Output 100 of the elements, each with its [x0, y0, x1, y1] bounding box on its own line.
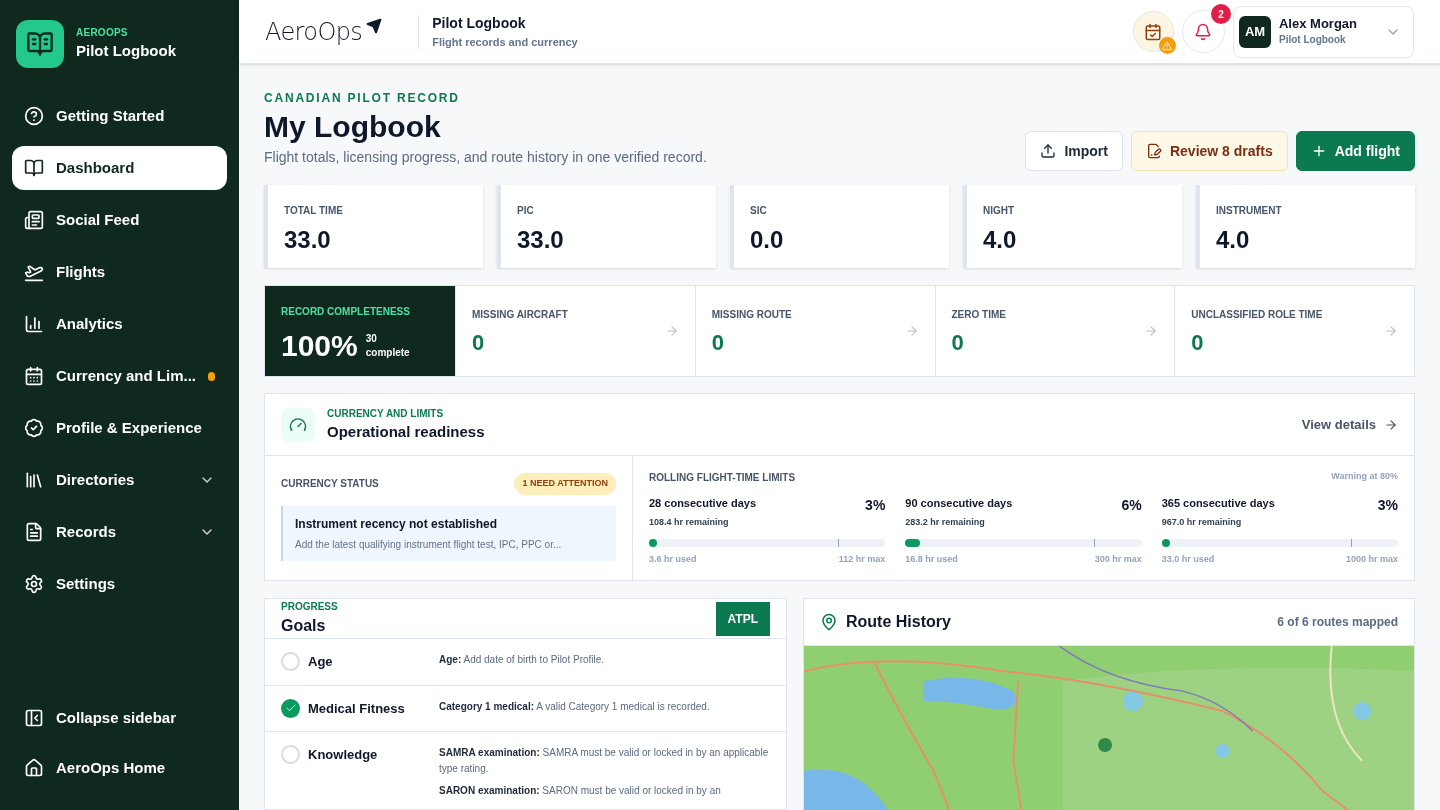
goal-detail: Age: Add date of birth to Pilot Profile. [439, 653, 606, 667]
stat-label: PIC [517, 204, 535, 218]
nav-label: Getting Started [56, 105, 166, 126]
section-title: Goals [281, 616, 327, 636]
stat-value: 33.0 [517, 225, 565, 255]
issue-label: MISSING AIRCRAFT [472, 308, 568, 322]
help-icon [24, 106, 44, 126]
nav-label: Dashboard [56, 157, 136, 178]
nav-item[interactable]: Collapse sidebar [12, 696, 227, 740]
nav-item[interactable]: Analytics [12, 302, 227, 346]
nav-item[interactable]: Getting Started [12, 94, 227, 138]
issue-card[interactable]: MISSING AIRCRAFT 0 [455, 286, 695, 376]
goal-detail: SAMRA examination: SAMRA must be valid or locked in by an applicable type rating. [439, 746, 770, 776]
stat-value: 33.0 [284, 225, 332, 255]
logo-text[interactable]: AeroOps [265, 13, 363, 50]
newspaper-icon [24, 210, 44, 230]
nav-item[interactable]: Records [12, 510, 227, 554]
nav-item[interactable]: Dashboard [12, 146, 227, 190]
page-eyebrow: CANADIAN PILOT RECORD [264, 90, 461, 107]
limit-remaining: 108.4 hr remaining [649, 516, 730, 529]
complete-label: complete [365, 345, 410, 360]
limit-title: 365 consecutive days [1161, 496, 1275, 511]
issue-count: 0 [1191, 329, 1205, 357]
nav-item[interactable]: AeroOps Home [12, 746, 227, 790]
limit-remaining: 283.2 hr remaining [905, 516, 986, 529]
limit-remaining: 967.0 hr remaining [1161, 516, 1243, 529]
nav-label: Analytics [56, 313, 124, 334]
limit-title: 90 consecutive days [905, 496, 1013, 511]
limit-used: 3.6 hr used [649, 552, 697, 566]
action-button[interactable]: Add flight [1295, 131, 1415, 171]
issue-label: ZERO TIME [951, 308, 1006, 322]
nav-item[interactable]: Currency and Lim... [12, 354, 227, 398]
gauge-icon [281, 407, 315, 442]
paper-plane-icon [366, 17, 383, 34]
action-button[interactable]: Import [1025, 131, 1123, 171]
goal-detail: SARON examination: SARON must be valid or locked in by an [439, 784, 722, 798]
warning-tick [1350, 538, 1352, 547]
view-details-link[interactable]: View details [1301, 414, 1398, 435]
nav-label: Social Feed [56, 209, 141, 230]
page-title: My Logbook [264, 109, 442, 145]
page-subtitle: Flight totals, licensing progress, and route history in one verified record. [264, 148, 707, 167]
header-title: Pilot Logbook [432, 13, 527, 33]
issue-label: MISSING ROUTE [711, 308, 792, 322]
goal-checkbox[interactable] [281, 652, 300, 672]
panel-label: ROLLING FLIGHT-TIME LIMITS [649, 471, 796, 485]
user-menu[interactable]: AM Alex Morgan Pilot Logbook [1233, 5, 1414, 58]
goal-label: Medical Fitness [308, 699, 405, 718]
bar-chart-icon [24, 314, 44, 334]
panel-icon [24, 708, 44, 728]
nav-item[interactable]: Directories [12, 458, 227, 502]
warning-note: Warning at 80% [1331, 470, 1398, 483]
issue-card[interactable]: UNCLASSIFIED ROLE TIME 0 [1174, 286, 1414, 376]
alert-text: Add the latest qualifying instrument flight test, IPC, PPC or... [295, 537, 563, 552]
issue-count: 0 [951, 329, 965, 357]
goal-checkbox[interactable] [281, 698, 300, 718]
warning-badge [1159, 37, 1176, 54]
edit-file-icon [1145, 143, 1162, 159]
goal-label: Knowledge [308, 746, 378, 764]
nav-item[interactable]: Social Feed [12, 198, 227, 242]
action-button[interactable]: Review 8 drafts [1130, 131, 1288, 171]
stat-label: INSTRUMENT [1216, 204, 1283, 218]
calendar-button[interactable] [1133, 11, 1174, 52]
calendar-icon [1144, 22, 1163, 41]
notifications-button[interactable] [1182, 10, 1225, 53]
routes-summary: 6 of 6 routes mapped [1277, 614, 1398, 631]
limit-used: 33.0 hr used [1161, 552, 1215, 566]
arrow-icon [904, 324, 919, 338]
nav-item[interactable]: Profile & Experience [12, 406, 227, 450]
settings-icon [24, 574, 44, 594]
completeness-value: 100% [281, 328, 358, 364]
avatar: AM [1239, 15, 1271, 48]
nav-label: Profile & Experience [56, 417, 203, 438]
nav-label: Settings [56, 573, 117, 594]
issue-card[interactable]: ZERO TIME 0 [934, 286, 1175, 376]
file-icon [24, 522, 44, 542]
map-pin-icon [820, 613, 838, 631]
limit-percent: 3% [1377, 496, 1398, 515]
arrow-icon [664, 324, 679, 338]
panel-label: CURRENCY STATUS [281, 477, 379, 492]
stat-label: SIC [750, 204, 768, 218]
warning-tick [838, 538, 840, 547]
stat-label: TOTAL TIME [284, 204, 344, 218]
upload-icon [1040, 143, 1057, 159]
nav-label: AeroOps Home [56, 757, 166, 778]
library-icon [24, 470, 44, 490]
section-eyebrow: PROGRESS [281, 600, 338, 614]
nav-item[interactable]: Settings [12, 562, 227, 606]
header-subtitle: Flight records and currency [432, 34, 578, 50]
issue-card[interactable]: MISSING ROUTE 0 [694, 286, 935, 376]
attention-badge: 1 NEED ATTENTION [514, 473, 616, 495]
nav-item[interactable]: Flights [12, 250, 227, 294]
stat-label: NIGHT [983, 204, 1016, 218]
limit-title: 28 consecutive days [649, 496, 756, 511]
limit-used: 16.8 hr used [905, 552, 958, 566]
section-title: Operational readiness [327, 421, 485, 442]
goal-badge[interactable]: ATPL [715, 601, 770, 636]
nav-label: Records [56, 521, 118, 542]
goal-checkbox[interactable] [281, 745, 300, 765]
brand-eyebrow: AEROOPS [76, 26, 129, 41]
book-icon [24, 158, 44, 178]
